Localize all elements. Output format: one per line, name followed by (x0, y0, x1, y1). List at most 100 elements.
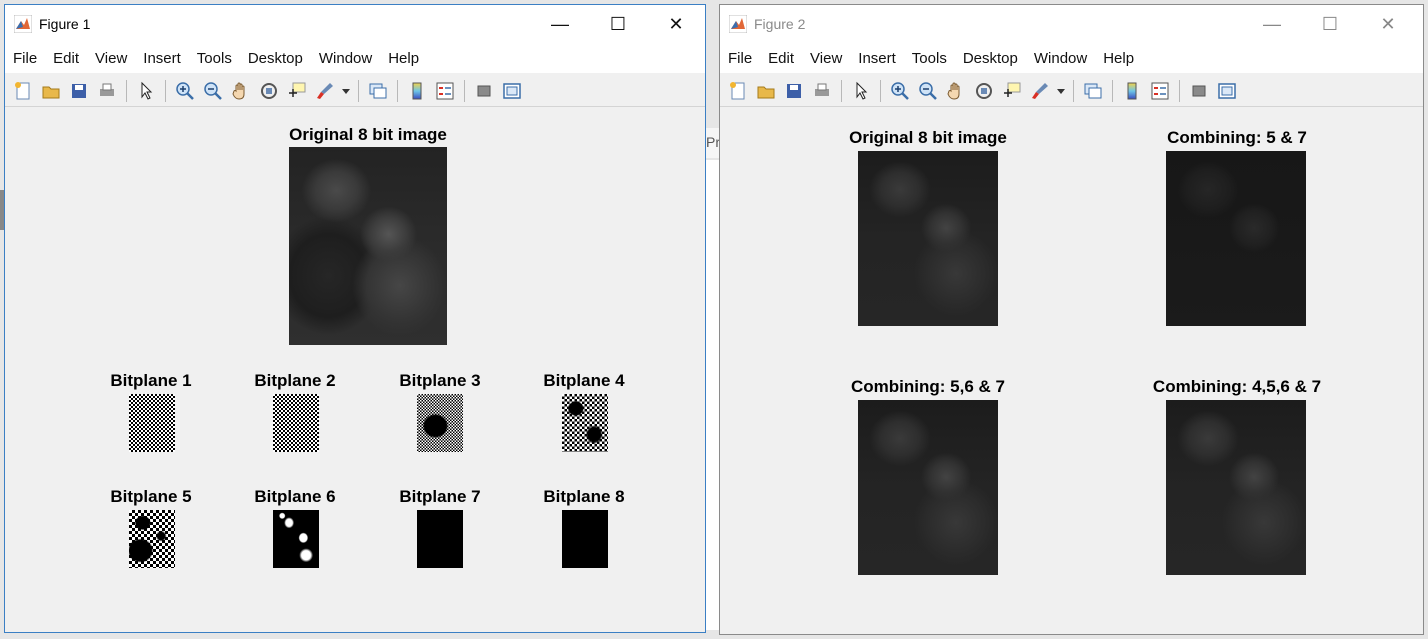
bitplane-3-image (417, 394, 463, 452)
axes-title-bitplane-5: Bitplane 5 (110, 487, 192, 506)
figure1-minimize-button[interactable]: — (531, 5, 589, 43)
brush-icon[interactable] (312, 78, 338, 104)
zoom-out-icon[interactable] (200, 78, 226, 104)
menu-edit[interactable]: Edit (45, 50, 87, 67)
menu-help[interactable]: Help (380, 50, 427, 67)
figure1-canvas: Original 8 bit image Bitplane 1 Bitplane… (5, 108, 705, 632)
axes-title-combining-5-6-7: Combining: 5,6 & 7 (851, 377, 1005, 396)
rotate-3d-icon[interactable] (256, 78, 282, 104)
maximize-icon: ☐ (609, 13, 627, 34)
data-cursor-icon[interactable] (284, 78, 310, 104)
figure1-title: Figure 1 (39, 16, 91, 32)
menu-file[interactable]: File (720, 50, 760, 67)
toolbar-separator (126, 79, 127, 102)
save-icon[interactable] (781, 78, 807, 104)
select-arrow-icon[interactable] (848, 78, 874, 104)
show-plot-tools-icon[interactable] (499, 78, 525, 104)
minimize-icon: — (1263, 13, 1281, 34)
figure2-close-button[interactable]: ✕ (1359, 5, 1417, 43)
menu-tools[interactable]: Tools (904, 50, 955, 67)
background-pane: Pro (706, 128, 728, 158)
link-plot-icon[interactable] (365, 78, 391, 104)
zoom-out-icon[interactable] (915, 78, 941, 104)
bitplane-1-image (129, 394, 175, 452)
figure2-window[interactable]: Figure 2 — ☐ ✕ File Edit View Insert Too… (719, 4, 1424, 635)
menu-desktop[interactable]: Desktop (955, 50, 1026, 67)
pan-hand-icon[interactable] (943, 78, 969, 104)
legend-icon[interactable] (432, 78, 458, 104)
bitplane-4-image (562, 394, 608, 452)
figure2-titlebar[interactable]: Figure 2 — ☐ ✕ (720, 5, 1423, 43)
menu-view[interactable]: View (802, 50, 850, 67)
axes-title-combining-4-5-6-7: Combining: 4,5,6 & 7 (1152, 377, 1322, 396)
toolbar-separator (464, 79, 465, 102)
link-plot-icon[interactable] (1080, 78, 1106, 104)
menu-tools[interactable]: Tools (189, 50, 240, 67)
toolbar-separator (841, 79, 842, 102)
bitplane-7-image (417, 510, 463, 568)
menu-view[interactable]: View (87, 50, 135, 67)
axes-title-bitplane-4: Bitplane 4 (543, 371, 625, 390)
bitplane-5-image (129, 510, 175, 568)
new-figure-icon[interactable] (10, 78, 36, 104)
pan-hand-icon[interactable] (228, 78, 254, 104)
axes-title-bitplane-1: Bitplane 1 (110, 371, 192, 390)
menu-insert[interactable]: Insert (850, 50, 904, 67)
hide-plot-tools-icon[interactable] (471, 78, 497, 104)
figure2-minimize-button[interactable]: — (1243, 5, 1301, 43)
figure1-maximize-button[interactable]: ☐ (589, 5, 647, 43)
menu-file[interactable]: File (5, 50, 45, 67)
figure1-titlebar[interactable]: Figure 1 — ☐ ✕ (5, 5, 705, 43)
axes-title-combining-5-7: Combining: 5 & 7 (1167, 128, 1307, 147)
figure1-menubar: File Edit View Insert Tools Desktop Wind… (5, 43, 705, 104)
legend-icon[interactable] (1147, 78, 1173, 104)
new-figure-icon[interactable] (725, 78, 751, 104)
brush-icon[interactable] (1027, 78, 1053, 104)
combining-5-6-7-image (858, 400, 998, 575)
open-file-icon[interactable] (38, 78, 64, 104)
data-cursor-icon[interactable] (999, 78, 1025, 104)
figure2-title: Figure 2 (754, 16, 806, 32)
show-plot-tools-icon[interactable] (1214, 78, 1240, 104)
toolbar-separator (358, 79, 359, 102)
rotate-3d-icon[interactable] (971, 78, 997, 104)
open-file-icon[interactable] (753, 78, 779, 104)
menu-insert[interactable]: Insert (135, 50, 189, 67)
toolbar-separator (1073, 79, 1074, 102)
figure1-close-button[interactable]: ✕ (647, 5, 705, 43)
close-icon: ✕ (668, 13, 684, 34)
print-icon[interactable] (809, 78, 835, 104)
figure1-window[interactable]: Figure 1 — ☐ ✕ File Edit View Insert Too… (4, 4, 706, 633)
figure1-toolbar (5, 75, 705, 107)
save-icon[interactable] (66, 78, 92, 104)
bitplane-2-image (273, 394, 319, 452)
zoom-in-icon[interactable] (172, 78, 198, 104)
axes-title-bitplane-3: Bitplane 3 (399, 371, 481, 390)
hide-plot-tools-icon[interactable] (1186, 78, 1212, 104)
toolbar-separator (880, 79, 881, 102)
print-icon[interactable] (94, 78, 120, 104)
select-arrow-icon[interactable] (133, 78, 159, 104)
menu-help[interactable]: Help (1095, 50, 1142, 67)
zoom-in-icon[interactable] (887, 78, 913, 104)
minimize-icon: — (551, 13, 569, 34)
toolbar-separator (397, 79, 398, 102)
menu-edit[interactable]: Edit (760, 50, 802, 67)
menu-window[interactable]: Window (1026, 50, 1095, 67)
axes-title-bitplane-8: Bitplane 8 (543, 487, 625, 506)
bitplane-8-image (562, 510, 608, 568)
colorbar-icon[interactable] (1119, 78, 1145, 104)
matlab-logo-icon (729, 15, 747, 33)
figure2-maximize-button[interactable]: ☐ (1301, 5, 1359, 43)
original-image (289, 147, 447, 345)
figure2-toolbar (720, 75, 1423, 107)
brush-dropdown-icon[interactable] (1055, 78, 1067, 104)
menu-window[interactable]: Window (311, 50, 380, 67)
brush-dropdown-icon[interactable] (340, 78, 352, 104)
menu-desktop[interactable]: Desktop (240, 50, 311, 67)
combining-5-7-image (1166, 151, 1306, 326)
colorbar-icon[interactable] (404, 78, 430, 104)
toolbar-separator (165, 79, 166, 102)
axes-title-original: Original 8 bit image (849, 128, 1007, 147)
close-icon: ✕ (1380, 13, 1396, 34)
